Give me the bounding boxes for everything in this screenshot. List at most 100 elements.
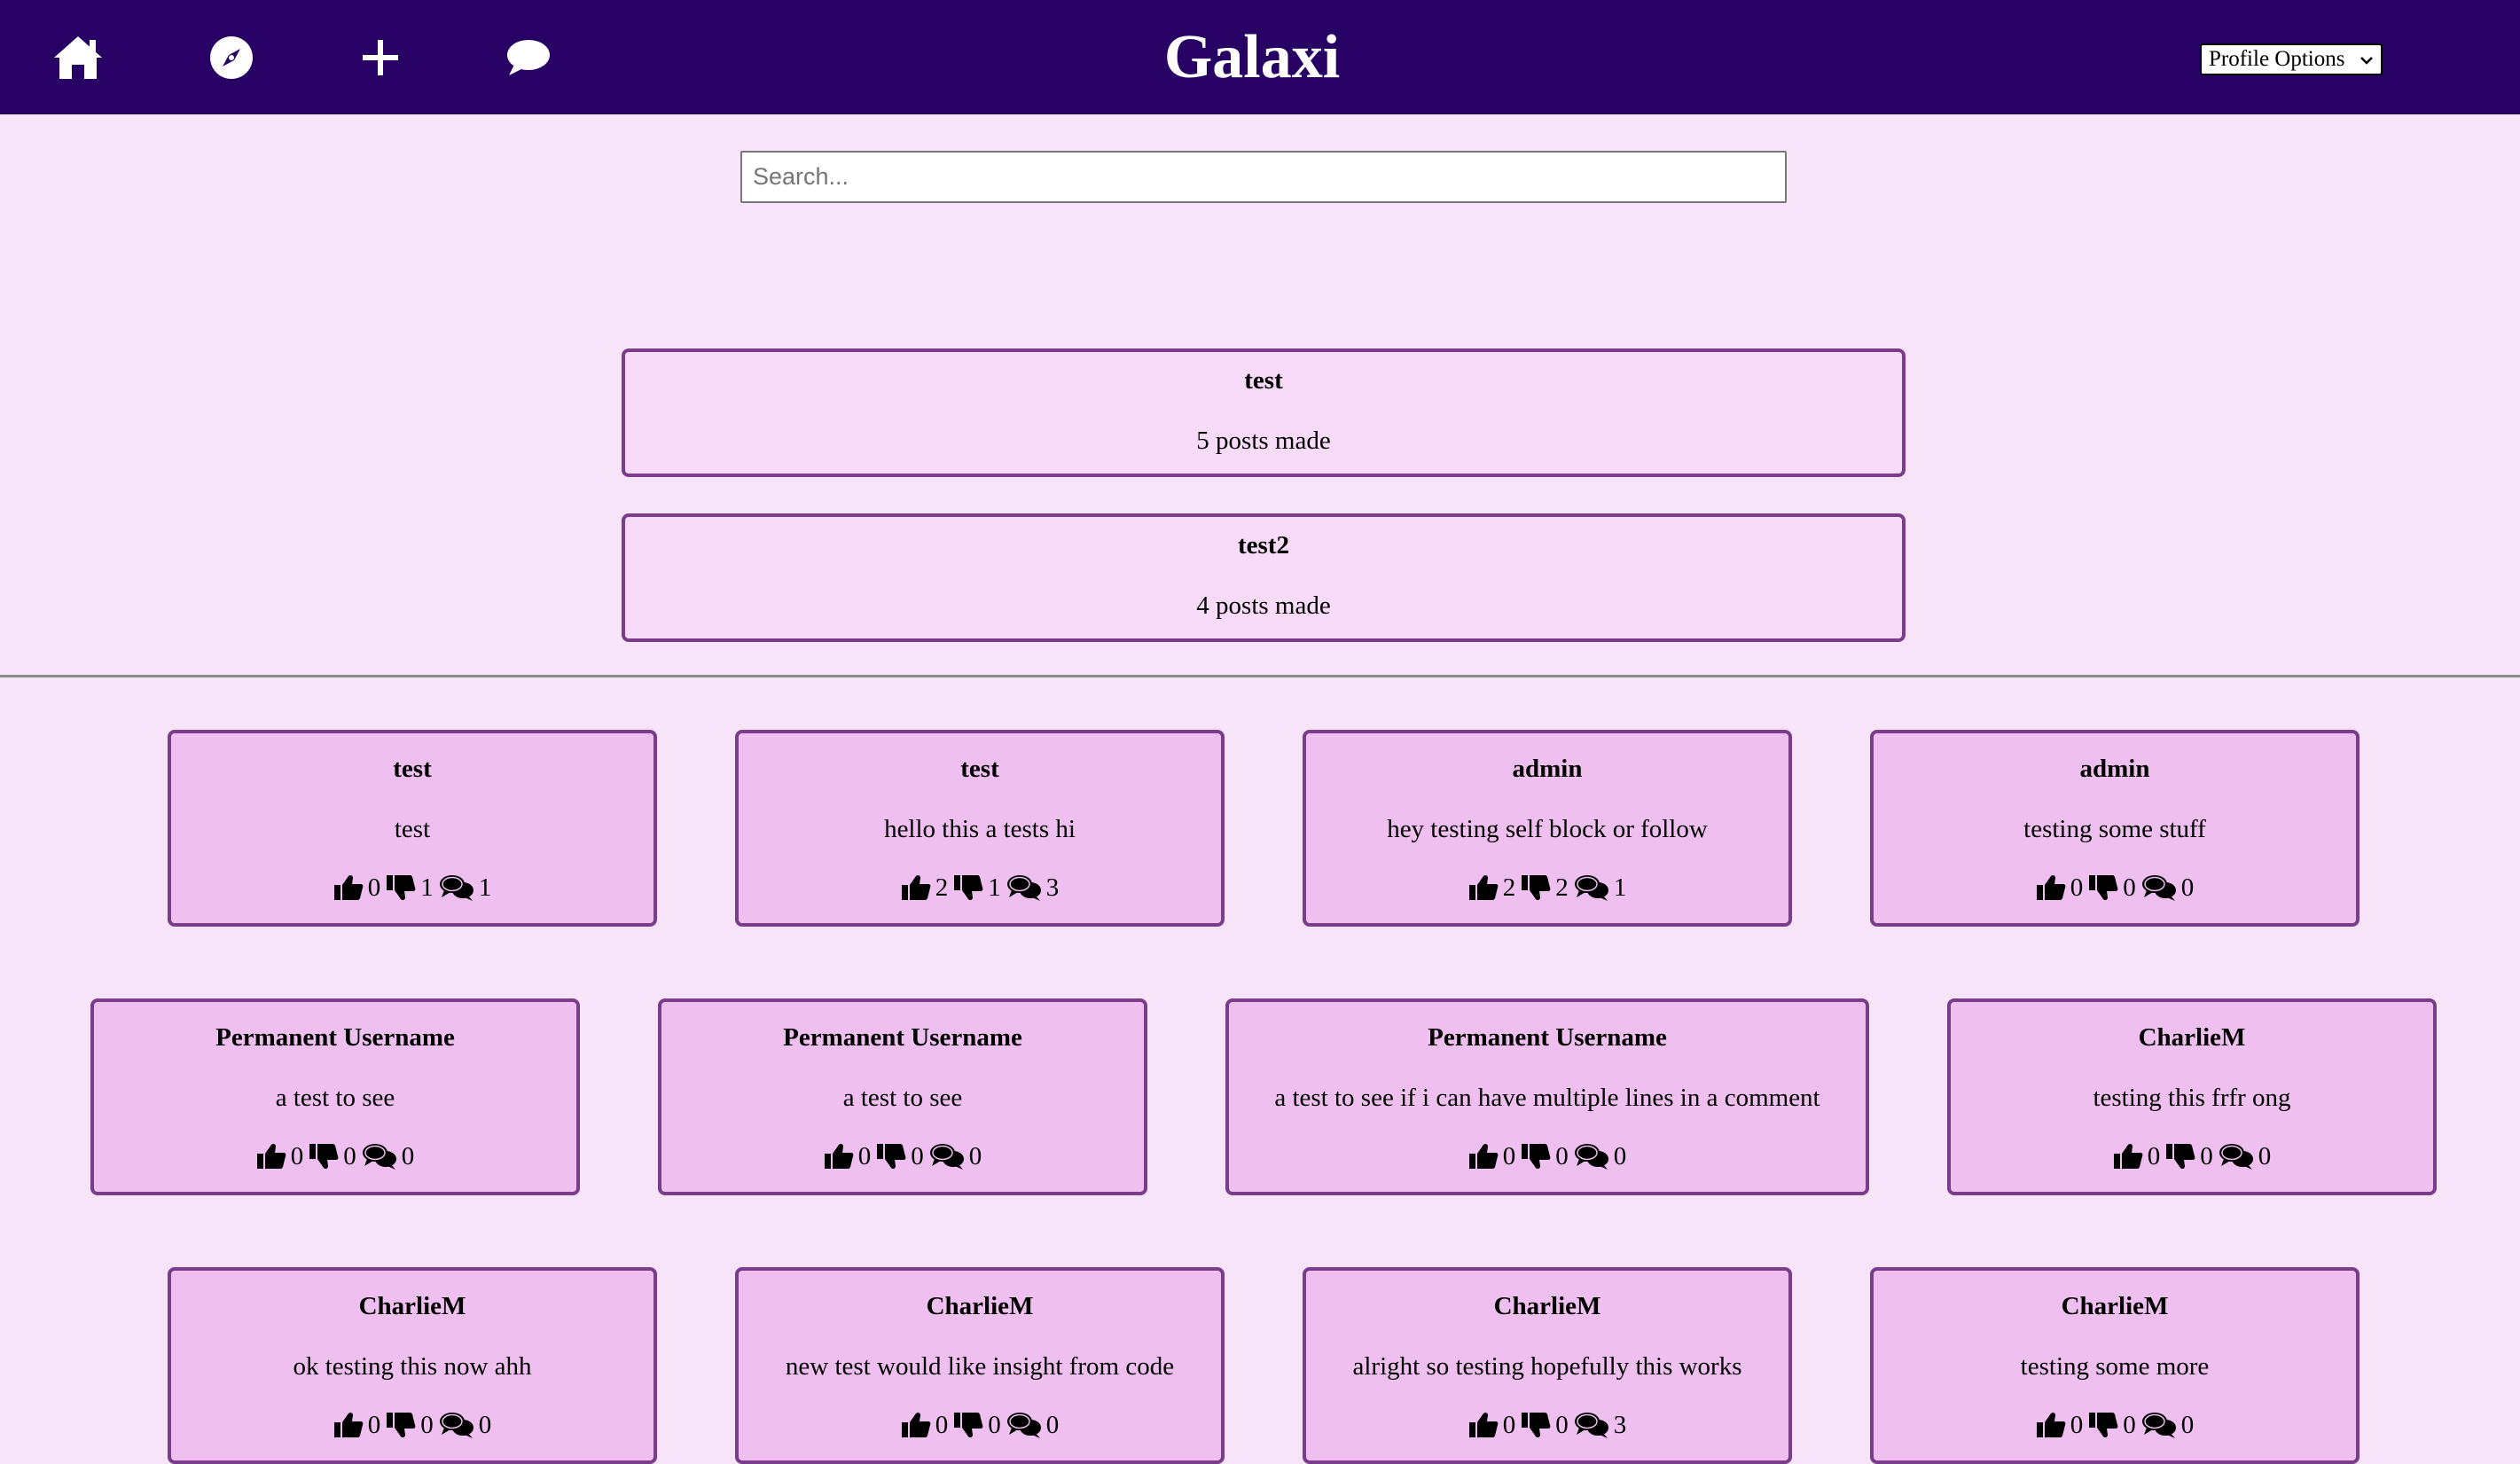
post-card[interactable]: admin hey testing self block or follow 2 2 1 bbox=[1303, 730, 1792, 927]
thumbs-down-icon[interactable] bbox=[876, 1143, 906, 1170]
thumbs-down-icon[interactable] bbox=[1521, 1143, 1551, 1170]
user-card[interactable]: test 5 posts made bbox=[622, 348, 1906, 477]
post-body: a test to see bbox=[842, 1084, 963, 1112]
post-author: CharlieM bbox=[926, 1292, 1034, 1320]
like-count: 0 bbox=[367, 1410, 381, 1439]
post-card[interactable]: CharlieM alright so testing hopefully thi… bbox=[1303, 1267, 1792, 1464]
post-author: Permanent Username bbox=[1428, 1023, 1667, 1052]
post-author: test bbox=[393, 755, 432, 783]
post-author: CharlieM bbox=[2138, 1023, 2246, 1052]
post-card[interactable]: Permanent Username a test to see 0 0 0 bbox=[90, 998, 580, 1195]
comments-icon[interactable] bbox=[929, 1142, 965, 1170]
like-count: 0 bbox=[935, 1410, 949, 1439]
thumbs-up-icon[interactable] bbox=[333, 1412, 364, 1438]
messages-button[interactable] bbox=[497, 27, 560, 89]
post-stats: 0 0 0 bbox=[1874, 872, 2356, 904]
home-icon bbox=[54, 36, 102, 79]
post-card[interactable]: CharlieM new test would like insight from… bbox=[735, 1267, 1225, 1464]
brand-title[interactable]: Galaxi bbox=[1163, 20, 1341, 96]
post-card[interactable]: Permanent Username a test to see 0 0 0 bbox=[658, 998, 1147, 1195]
comments-icon[interactable] bbox=[1574, 1411, 1609, 1439]
post-card[interactable]: Permanent Username a test to see if i can… bbox=[1225, 998, 1869, 1195]
post-card[interactable]: CharlieM ok testing this now ahh 0 0 0 bbox=[168, 1267, 657, 1464]
comment-count: 0 bbox=[968, 1141, 982, 1170]
plus-icon bbox=[363, 40, 398, 75]
comments-icon[interactable] bbox=[1006, 1411, 1042, 1439]
comments-icon[interactable] bbox=[362, 1142, 397, 1170]
post-card[interactable]: CharlieM testing some more 0 0 0 bbox=[1870, 1267, 2360, 1464]
home-button[interactable] bbox=[47, 27, 109, 89]
thumbs-up-icon[interactable] bbox=[901, 874, 931, 901]
thumbs-up-icon[interactable] bbox=[1468, 1143, 1499, 1170]
post-stats: 0 0 0 bbox=[1874, 1409, 2356, 1441]
thumbs-down-icon[interactable] bbox=[386, 874, 416, 901]
comment-count: 3 bbox=[1613, 1410, 1627, 1439]
post-card[interactable]: test hello this a tests hi 2 1 3 bbox=[735, 730, 1225, 927]
thumbs-down-icon[interactable] bbox=[2165, 1143, 2195, 1170]
post-stats: 2 2 1 bbox=[1306, 872, 1788, 904]
thumbs-down-icon[interactable] bbox=[953, 874, 983, 901]
thumbs-down-icon[interactable] bbox=[2088, 874, 2118, 901]
comment-count: 1 bbox=[1613, 873, 1627, 902]
thumbs-up-icon[interactable] bbox=[2036, 874, 2066, 901]
thumbs-up-icon[interactable] bbox=[901, 1412, 931, 1438]
chat-icon bbox=[507, 40, 550, 75]
thumbs-down-icon[interactable] bbox=[2088, 1412, 2118, 1438]
like-count: 2 bbox=[935, 873, 949, 902]
thumbs-down-icon[interactable] bbox=[386, 1412, 416, 1438]
user-card-username: test bbox=[1244, 366, 1283, 395]
comments-icon[interactable] bbox=[1574, 873, 1609, 902]
like-count: 0 bbox=[367, 873, 381, 902]
post-body: new test would like insight from code bbox=[785, 1352, 1175, 1381]
post-author: CharlieM bbox=[2061, 1292, 2169, 1320]
thumbs-down-icon[interactable] bbox=[309, 1143, 339, 1170]
profile-options-select[interactable]: Profile Options bbox=[2200, 43, 2383, 75]
chevron-down-icon bbox=[2360, 57, 2373, 65]
post-author: admin bbox=[2079, 755, 2150, 783]
user-card[interactable]: test2 4 posts made bbox=[622, 513, 1906, 642]
thumbs-up-icon[interactable] bbox=[333, 874, 364, 901]
dislike-count: 0 bbox=[2123, 1410, 2136, 1439]
post-card[interactable]: test test 0 1 1 bbox=[168, 730, 657, 927]
section-divider bbox=[0, 675, 2520, 677]
comments-icon[interactable] bbox=[1574, 1142, 1609, 1170]
thumbs-up-icon[interactable] bbox=[2036, 1412, 2066, 1438]
thumbs-up-icon[interactable] bbox=[2113, 1143, 2143, 1170]
comments-icon[interactable] bbox=[2141, 1411, 2177, 1439]
thumbs-down-icon[interactable] bbox=[1521, 1412, 1551, 1438]
post-card[interactable]: admin testing some stuff 0 0 0 bbox=[1870, 730, 2360, 927]
comments-icon[interactable] bbox=[2141, 873, 2177, 902]
post-body: alright so testing hopefully this works bbox=[1352, 1352, 1742, 1381]
comments-icon[interactable] bbox=[1006, 873, 1042, 902]
post-author: admin bbox=[1512, 755, 1583, 783]
thumbs-down-icon[interactable] bbox=[953, 1412, 983, 1438]
dislike-count: 0 bbox=[420, 1410, 434, 1439]
dislike-count: 0 bbox=[2123, 873, 2136, 902]
user-card-post-count: 4 posts made bbox=[1196, 591, 1331, 620]
post-stats: 0 1 1 bbox=[171, 872, 653, 904]
dislike-count: 1 bbox=[988, 873, 1001, 902]
like-count: 0 bbox=[2070, 1410, 2084, 1439]
comments-icon[interactable] bbox=[439, 1411, 474, 1439]
post-body: a test to see if i can have multiple lin… bbox=[1274, 1084, 1820, 1112]
explore-button[interactable] bbox=[200, 27, 262, 89]
post-author: Permanent Username bbox=[783, 1023, 1022, 1052]
thumbs-up-icon[interactable] bbox=[1468, 874, 1499, 901]
post-stats: 2 1 3 bbox=[739, 872, 1221, 904]
dislike-count: 2 bbox=[1555, 873, 1569, 902]
comments-icon[interactable] bbox=[439, 873, 474, 902]
thumbs-up-icon[interactable] bbox=[824, 1143, 854, 1170]
thumbs-up-icon[interactable] bbox=[1468, 1412, 1499, 1438]
thumbs-up-icon[interactable] bbox=[256, 1143, 286, 1170]
post-card[interactable]: CharlieM testing this frfr ong 0 0 0 bbox=[1947, 998, 2437, 1195]
new-post-button[interactable] bbox=[349, 27, 411, 89]
comments-icon[interactable] bbox=[2219, 1142, 2254, 1170]
like-count: 0 bbox=[857, 1141, 872, 1170]
post-stats: 0 0 0 bbox=[1951, 1140, 2433, 1172]
comment-count: 0 bbox=[2180, 873, 2195, 902]
post-body: a test to see bbox=[275, 1084, 395, 1112]
thumbs-down-icon[interactable] bbox=[1521, 874, 1551, 901]
search-input[interactable] bbox=[740, 151, 1787, 203]
post-body: test bbox=[394, 815, 431, 843]
post-body: hey testing self block or follow bbox=[1387, 815, 1708, 843]
